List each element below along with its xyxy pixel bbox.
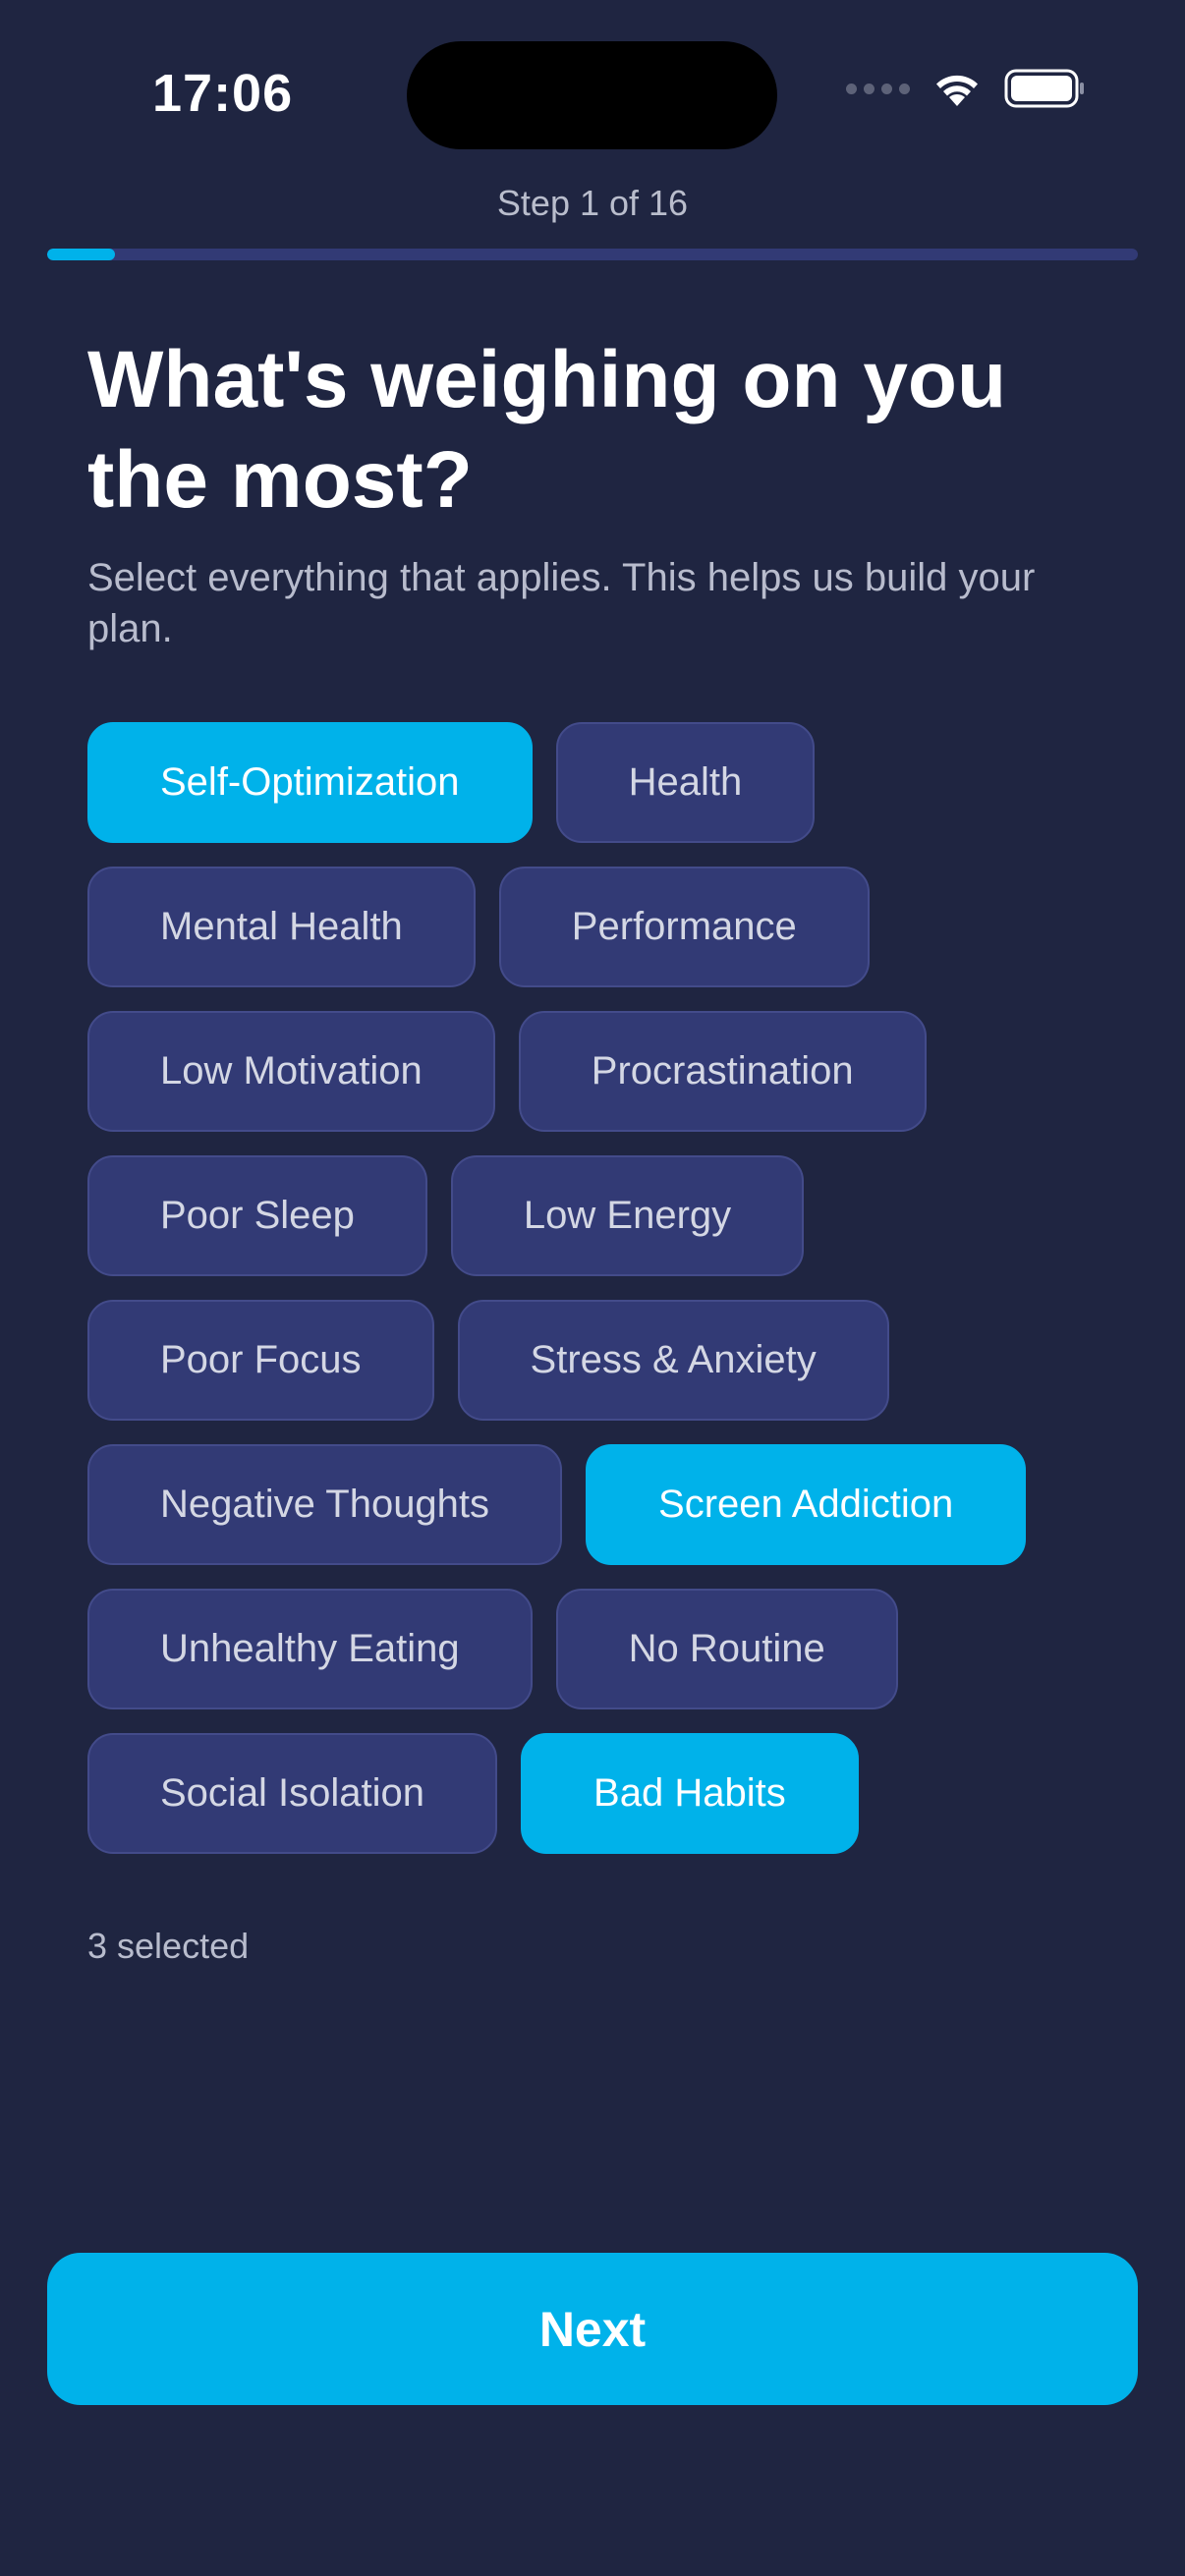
wifi-icon xyxy=(931,69,983,108)
step-indicator: Step 1 of 16 xyxy=(496,183,689,223)
selection-count: 3 selected xyxy=(87,1926,250,1966)
option-chip[interactable]: Bad Habits xyxy=(521,1733,859,1854)
option-chip[interactable]: Mental Health xyxy=(87,867,476,987)
page-title: What's weighing on you the most? xyxy=(87,335,1007,525)
battery-icon xyxy=(1004,69,1085,108)
option-chip[interactable]: Negative Thoughts xyxy=(87,1444,563,1565)
onboarding-screen: 17:06 Step 1 of 16 What's weighing on yo… xyxy=(0,0,1185,2576)
dynamic-island xyxy=(407,41,777,149)
option-chip[interactable]: Poor Focus xyxy=(87,1300,434,1421)
cellular-dots-icon xyxy=(846,83,910,94)
option-chip[interactable]: Procrastination xyxy=(518,1011,927,1132)
progress-bar xyxy=(47,249,1138,260)
option-chip[interactable]: Low Motivation xyxy=(87,1011,495,1132)
page-subtitle: Select everything that applies. This hel… xyxy=(87,556,1036,650)
status-time: 17:06 xyxy=(152,64,294,123)
option-chip[interactable]: Performance xyxy=(498,867,870,987)
option-chip[interactable]: Stress & Anxiety xyxy=(457,1300,889,1421)
option-chip[interactable]: Low Energy xyxy=(450,1155,805,1276)
next-button[interactable]: Next xyxy=(47,2253,1138,2405)
progress-fill xyxy=(47,249,116,260)
option-chip[interactable]: Health xyxy=(555,722,816,843)
option-chip[interactable]: Poor Sleep xyxy=(87,1155,427,1276)
option-chip[interactable]: Screen Addiction xyxy=(586,1444,1027,1565)
option-chip[interactable]: Unhealthy Eating xyxy=(87,1589,533,1709)
status-icons xyxy=(846,69,1085,108)
option-chip[interactable]: No Routine xyxy=(555,1589,898,1709)
option-chip[interactable]: Self-Optimization xyxy=(87,722,533,843)
option-chip[interactable]: Social Isolation xyxy=(87,1733,498,1854)
option-chip-list: Self-Optimization Health Mental Health Perf… xyxy=(87,722,1129,1854)
